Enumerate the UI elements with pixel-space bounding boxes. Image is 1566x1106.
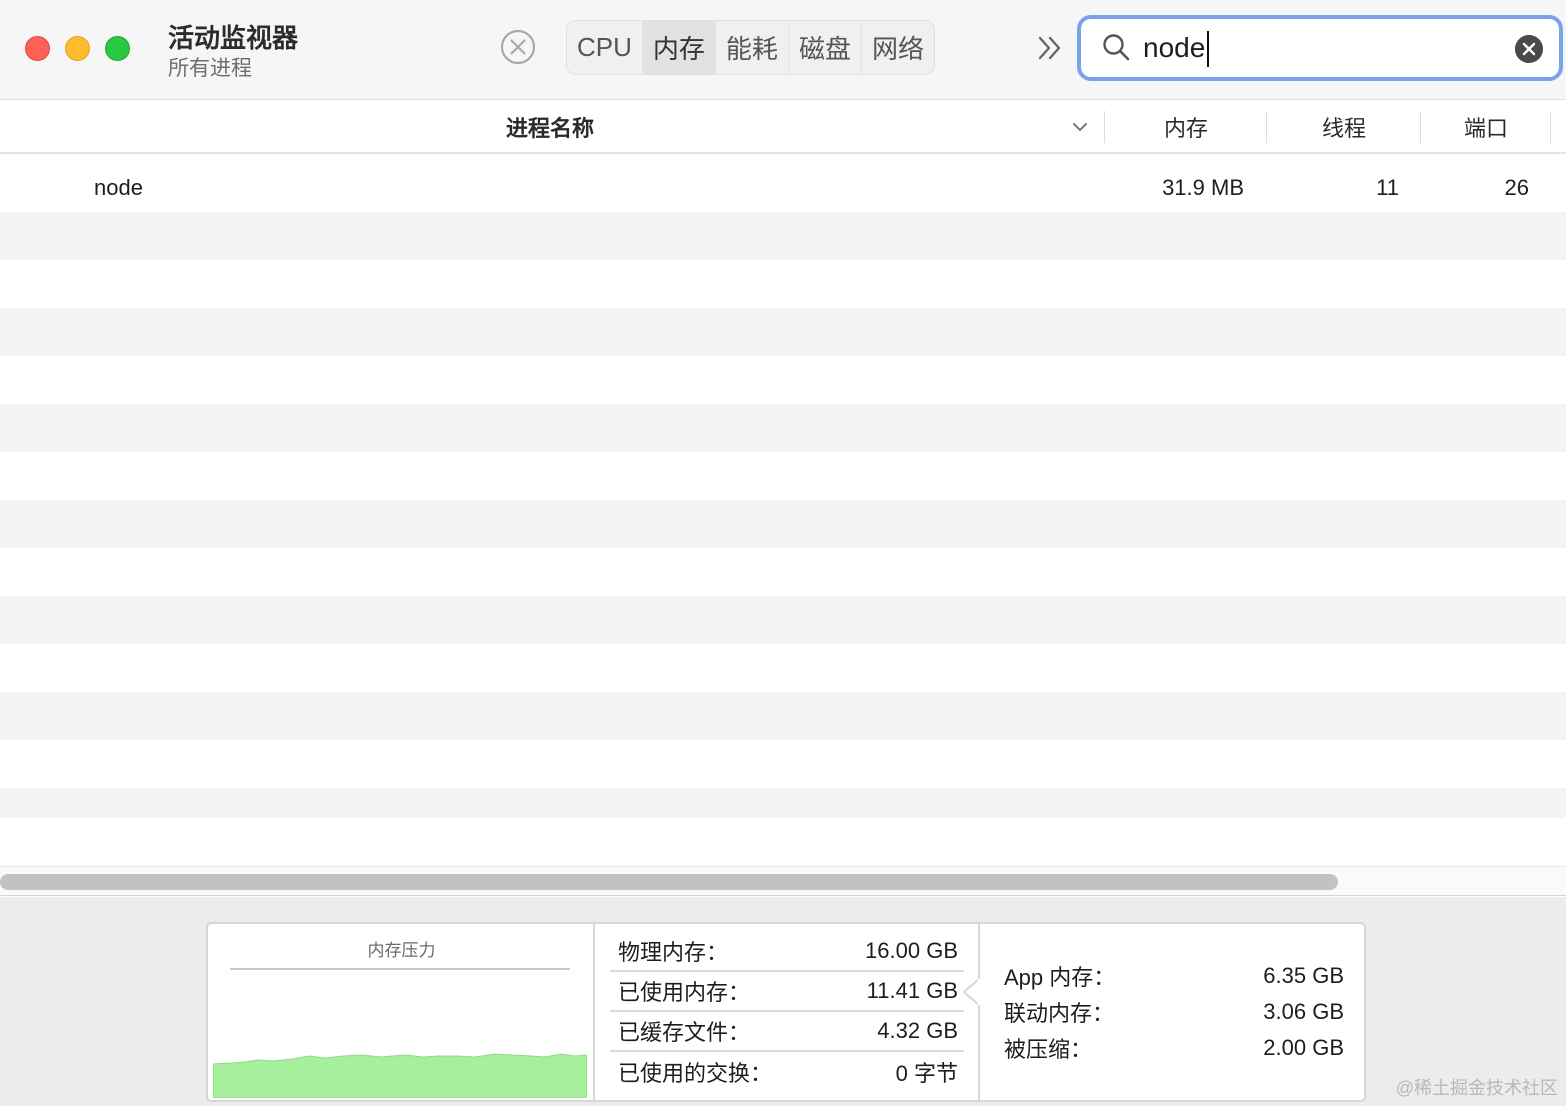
process-name-cell: node <box>94 175 143 200</box>
column-divider[interactable] <box>1266 111 1267 143</box>
search-icon <box>1103 34 1130 61</box>
empty-row <box>0 692 1566 740</box>
empty-row <box>0 500 1566 548</box>
empty-row <box>0 356 1566 404</box>
detail-value: 6.35 GB <box>1263 963 1344 988</box>
column-header-ports[interactable]: 端口 <box>1422 101 1550 152</box>
clear-search-icon[interactable] <box>1515 35 1543 63</box>
empty-row <box>0 548 1566 596</box>
stat-row-cached-files: 已缓存文件： 4.32 GB <box>610 1012 964 1052</box>
toolbar: 活动监视器 所有进程 CPU 内存 能耗 磁盘 网络 <box>0 0 1566 100</box>
empty-row <box>0 212 1566 260</box>
text-caret <box>1207 31 1209 67</box>
column-header-process-name[interactable]: 进程名称 <box>0 101 1100 152</box>
tab-energy[interactable]: 能耗 <box>716 21 789 74</box>
search-field[interactable] <box>1077 15 1563 81</box>
stat-label: 物理内存： <box>618 940 729 965</box>
tab-bar: CPU 内存 能耗 磁盘 网络 <box>566 20 935 75</box>
detail-label: 被压缩： <box>1004 1037 1093 1062</box>
detail-row-wired-memory: 联动内存： 3.06 GB <box>1004 994 1344 1030</box>
memory-detail-list: App 内存： 6.35 GB 联动内存： 3.06 GB 被压缩： 2.00 … <box>1004 958 1344 1066</box>
stat-label: 已使用的交换： <box>618 1061 773 1086</box>
stat-value: 0 字节 <box>895 1061 958 1086</box>
horizontal-scrollbar[interactable] <box>0 866 1566 896</box>
tab-cpu[interactable]: CPU <box>567 21 643 74</box>
empty-row <box>0 740 1566 788</box>
stat-value: 4.32 GB <box>877 1018 958 1043</box>
stat-value: 16.00 GB <box>865 938 958 963</box>
stat-label: 已缓存文件： <box>618 1020 751 1045</box>
empty-row <box>0 596 1566 644</box>
memory-stats-box: 内存压力 物理内存： 16.00 GB 已使用内存： 11.41 GB 已缓存文… <box>206 922 1366 1102</box>
column-header-memory[interactable]: 内存 <box>1106 101 1266 152</box>
empty-row <box>0 260 1566 308</box>
detail-row-compressed: 被压缩： 2.00 GB <box>1004 1030 1344 1066</box>
detail-value: 3.06 GB <box>1263 999 1344 1024</box>
column-header-threads[interactable]: 线程 <box>1268 101 1420 152</box>
memory-summary-panel: 内存压力 物理内存： 16.00 GB 已使用内存： 11.41 GB 已缓存文… <box>0 897 1566 1106</box>
ports-cell: 26 <box>1504 175 1529 200</box>
stat-value: 11.41 GB <box>866 978 958 1003</box>
column-divider[interactable] <box>1420 111 1421 143</box>
memory-cell: 31.9 MB <box>1162 175 1244 200</box>
detail-value: 2.00 GB <box>1263 1035 1344 1060</box>
watermark: @稀土掘金技术社区 <box>1395 1078 1558 1098</box>
chevron-double-right-icon[interactable] <box>1034 30 1066 66</box>
tab-memory[interactable]: 内存 <box>642 21 716 74</box>
memory-pressure-title: 内存压力 <box>367 941 436 960</box>
close-window-button[interactable] <box>25 36 50 61</box>
memory-pressure-graph <box>213 1053 587 1098</box>
memory-pressure-section: 内存压力 <box>208 924 595 1100</box>
divider <box>230 968 570 970</box>
table-row[interactable]: node 31.9 MB 11 26 <box>0 164 1566 212</box>
stop-process-icon[interactable] <box>500 29 536 65</box>
detail-label: 联动内存： <box>1004 1001 1115 1026</box>
search-input[interactable] <box>1143 29 1503 67</box>
detail-label: App 内存： <box>1004 965 1116 990</box>
detail-row-app-memory: App 内存： 6.35 GB <box>1004 958 1344 994</box>
divider <box>978 924 980 1100</box>
process-table: node 31.9 MB 11 26 <box>0 164 1566 818</box>
tab-disk[interactable]: 磁盘 <box>789 21 862 74</box>
stat-row-physical-memory: 物理内存： 16.00 GB <box>610 932 964 972</box>
threads-cell: 11 <box>1376 175 1399 200</box>
stat-row-swap-used: 已使用的交换： 0 字节 <box>610 1052 964 1092</box>
column-divider[interactable] <box>1104 111 1105 143</box>
callout-pointer-icon <box>962 978 980 1006</box>
empty-row <box>0 404 1566 452</box>
empty-row <box>0 644 1566 692</box>
memory-stats-list: 物理内存： 16.00 GB 已使用内存： 11.41 GB 已缓存文件： 4.… <box>610 932 964 1092</box>
tab-network[interactable]: 网络 <box>862 21 934 74</box>
column-divider[interactable] <box>1550 111 1551 143</box>
chevron-down-icon[interactable] <box>1070 117 1090 137</box>
minimize-window-button[interactable] <box>65 36 90 61</box>
empty-row <box>0 788 1566 818</box>
process-filter-subtitle[interactable]: 所有进程 <box>168 52 252 82</box>
stat-row-used-memory: 已使用内存： 11.41 GB <box>610 972 964 1012</box>
empty-row <box>0 452 1566 500</box>
scrollbar-thumb[interactable] <box>0 874 1338 890</box>
empty-row <box>0 308 1566 356</box>
stat-label: 已使用内存： <box>618 980 751 1005</box>
app-title: 活动监视器 <box>168 23 299 53</box>
zoom-window-button[interactable] <box>105 36 130 61</box>
table-header: 进程名称 内存 线程 端口 <box>0 101 1566 154</box>
